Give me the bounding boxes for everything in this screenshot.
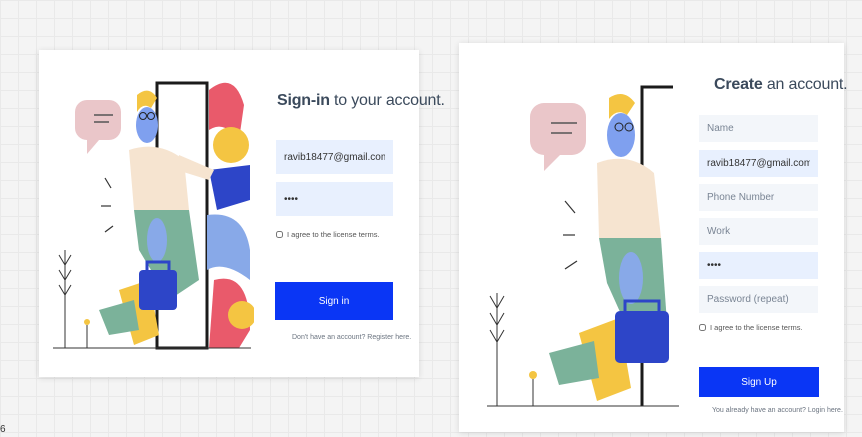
- signup-terms[interactable]: I agree to the license terms.: [699, 323, 803, 332]
- signup-title-rest: an account.: [762, 76, 848, 93]
- signin-terms[interactable]: I agree to the license terms.: [276, 230, 380, 239]
- page-number: 6: [0, 424, 6, 435]
- signup-terms-checkbox[interactable]: [699, 324, 706, 331]
- signin-terms-checkbox[interactable]: [276, 231, 283, 238]
- signin-title: Sign-in to your account.: [277, 92, 445, 110]
- signup-title-bold: Create: [714, 76, 763, 93]
- signup-work-field[interactable]: [699, 218, 818, 245]
- signup-email-field[interactable]: [699, 150, 818, 177]
- signup-title: Create an account.: [714, 76, 848, 94]
- signup-button[interactable]: Sign Up: [699, 367, 819, 397]
- signin-button[interactable]: Sign in: [275, 282, 393, 320]
- signup-phone-field[interactable]: [699, 184, 818, 211]
- signup-card: Create an account. I agree to the licens…: [459, 43, 848, 432]
- signin-password-field[interactable]: [276, 182, 393, 216]
- signup-illustration: [487, 85, 679, 407]
- signup-password-repeat-field[interactable]: [699, 286, 818, 313]
- signin-email-field[interactable]: [276, 140, 393, 174]
- signin-title-bold: Sign-in: [277, 92, 330, 109]
- signin-illustration: [53, 81, 254, 350]
- signup-password-field[interactable]: [699, 252, 818, 279]
- register-link[interactable]: Don't have an account? Register here.: [292, 334, 411, 341]
- login-link[interactable]: You already have an account? Login here.: [712, 407, 843, 414]
- signup-name-field[interactable]: [699, 115, 818, 142]
- signin-title-rest: to your account.: [329, 92, 445, 109]
- signin-card: Sign-in to your account. I agree to the …: [39, 50, 445, 377]
- signup-terms-label: I agree to the license terms.: [710, 323, 803, 332]
- signin-terms-label: I agree to the license terms.: [287, 230, 380, 239]
